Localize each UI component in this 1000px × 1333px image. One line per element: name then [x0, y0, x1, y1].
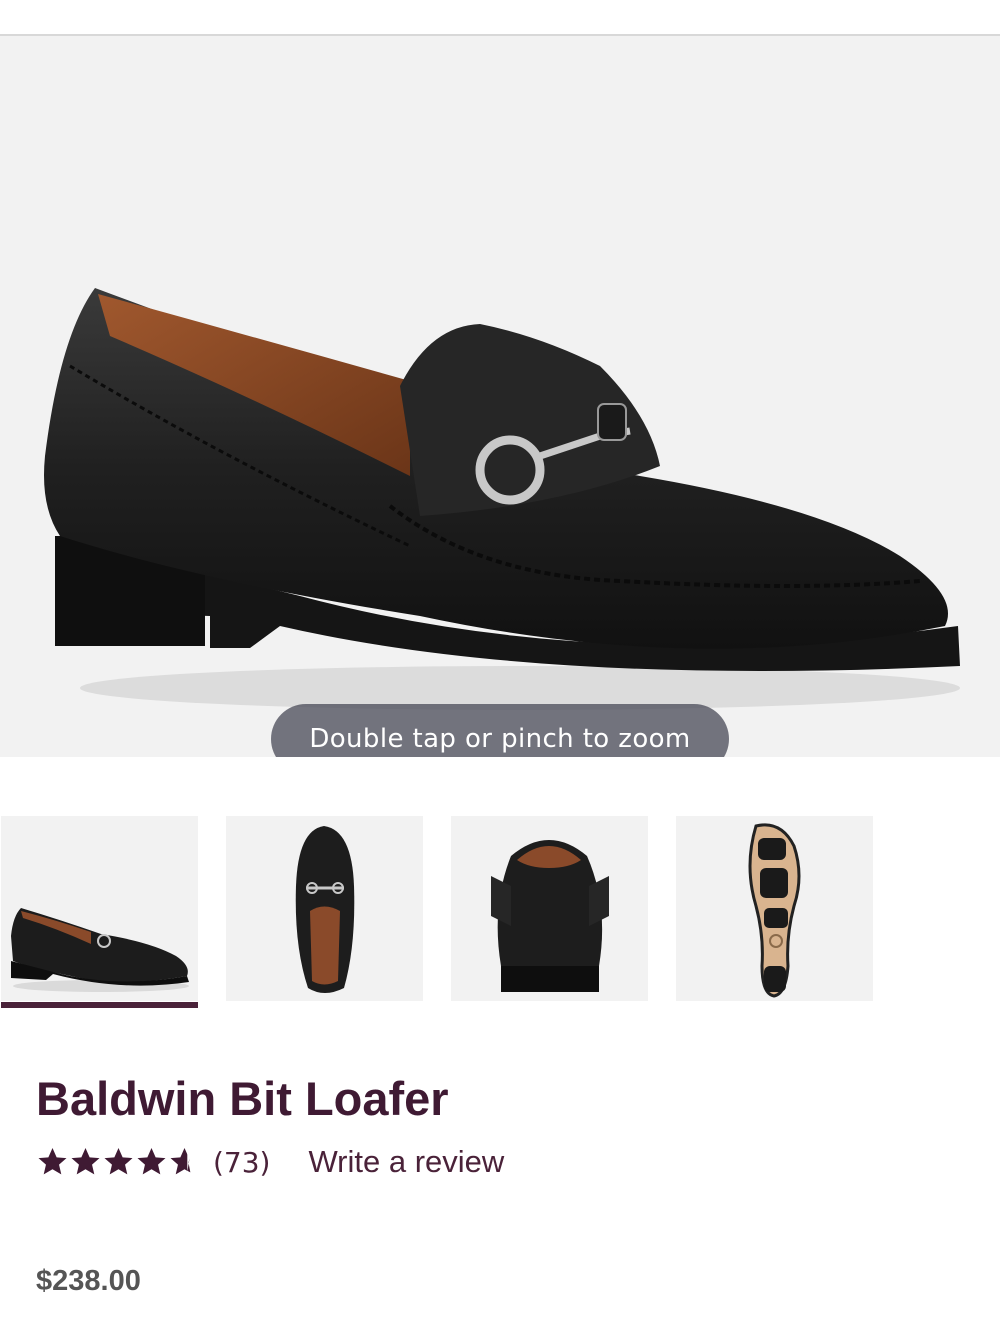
- product-price: $238.00: [36, 1265, 141, 1297]
- loafer-side-image: [44, 288, 960, 710]
- loafer-side-thumbnail: [11, 908, 189, 992]
- loafer-top-thumbnail: [295, 826, 355, 993]
- thumbnail-sole-view[interactable]: [676, 816, 873, 1001]
- star-rating[interactable]: [36, 1146, 201, 1178]
- thumbnail-strip: [0, 816, 1000, 1010]
- write-review-link[interactable]: Write a review: [308, 1144, 504, 1180]
- star-full-icon: [137, 1148, 166, 1175]
- star-half-icon: [168, 1146, 201, 1178]
- thumbnail-side-view[interactable]: [1, 816, 198, 1001]
- loafer-back-thumbnail: [491, 840, 609, 992]
- zoom-hint: Double tap or pinch to zoom: [271, 704, 729, 757]
- main-product-image[interactable]: Double tap or pinch to zoom: [0, 36, 1000, 757]
- loafer-sole-thumbnail: [748, 823, 801, 998]
- thumbnail-top-view[interactable]: [226, 816, 423, 1001]
- review-count[interactable]: (73): [213, 1146, 270, 1179]
- star-full-icon: [38, 1148, 67, 1175]
- thumbnail-back-view[interactable]: [451, 816, 648, 1001]
- rating-row: (73) Write a review: [36, 1143, 504, 1181]
- product-title: Baldwin Bit Loafer: [36, 1072, 449, 1125]
- star-full-icon: [71, 1148, 100, 1175]
- selected-thumbnail-indicator: [1, 1002, 198, 1008]
- star-full-icon: [104, 1148, 133, 1175]
